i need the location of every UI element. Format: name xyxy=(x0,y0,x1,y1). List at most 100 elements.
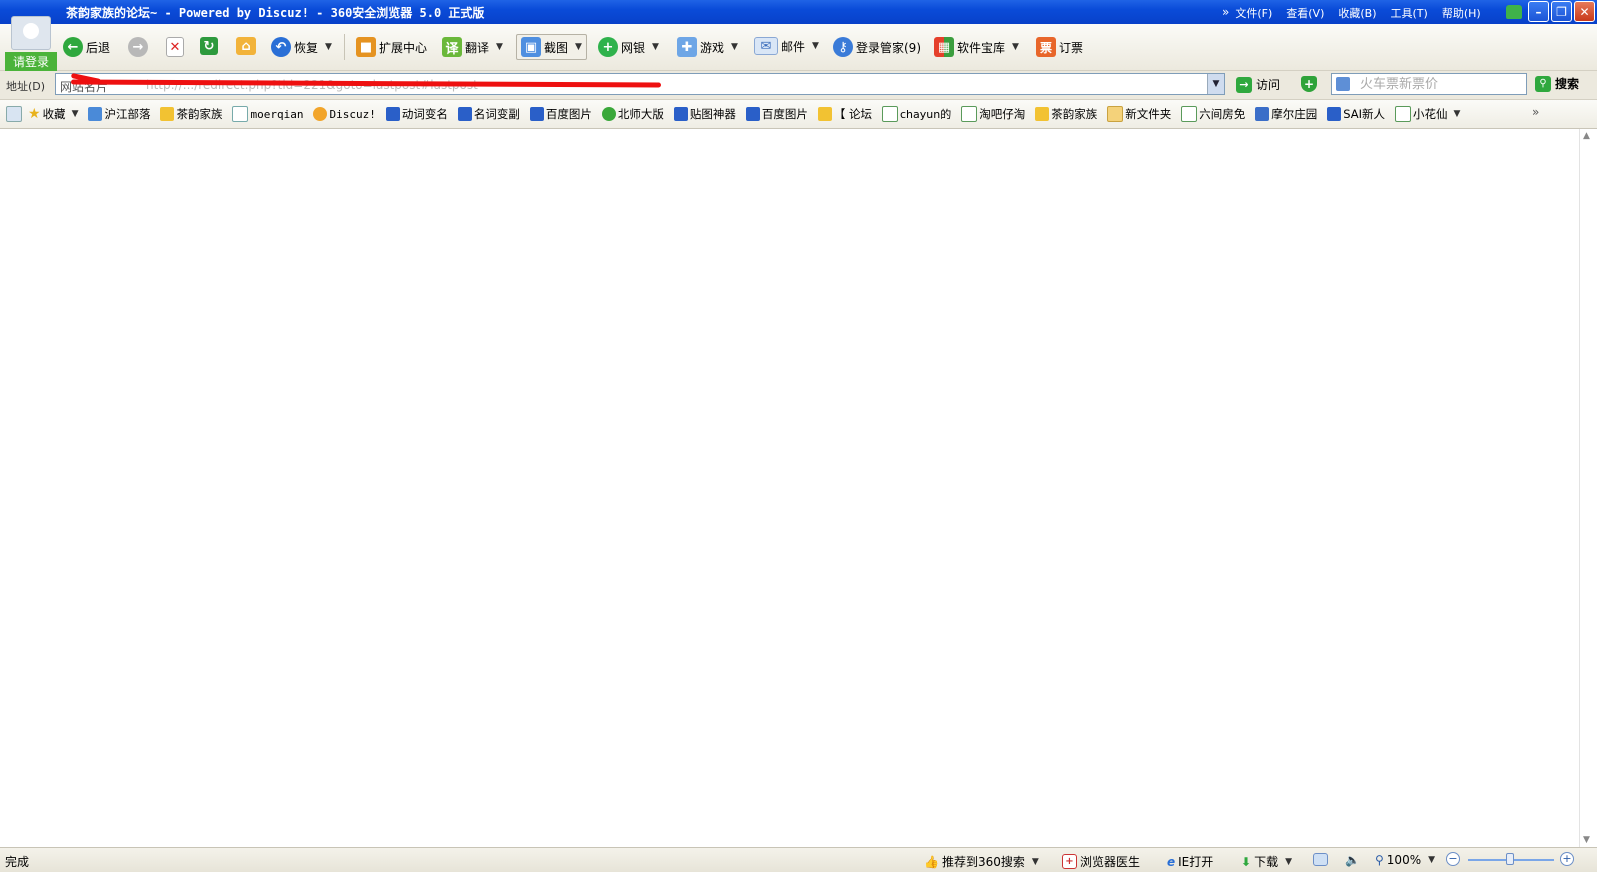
chevron-down-icon[interactable]: ▼ xyxy=(652,42,659,52)
extensions-button[interactable]: ■ 扩展中心 xyxy=(356,37,427,57)
login-manager-label: 登录管家(9) xyxy=(856,40,921,55)
fav-item[interactable]: moerqian xyxy=(232,106,303,122)
security-shield-icon[interactable]: + xyxy=(1301,76,1317,92)
fav-label: 淘吧仔淘 xyxy=(979,107,1026,121)
fav-item[interactable]: 淘吧仔淘 xyxy=(961,106,1025,122)
menu-help[interactable]: 帮助(H) xyxy=(1442,5,1481,21)
fav-item[interactable]: 动词变名 xyxy=(385,106,448,122)
translate-icon: 译 xyxy=(442,37,462,57)
restore-button[interactable]: ❐ xyxy=(1551,1,1572,22)
fav-item[interactable]: 【 论坛 xyxy=(817,106,872,122)
menu-view[interactable]: 查看(V) xyxy=(1286,5,1324,21)
zoom-slider-thumb[interactable] xyxy=(1506,853,1514,865)
url-dropdown-icon[interactable]: ▼ xyxy=(1207,74,1224,94)
forward-button[interactable]: → xyxy=(128,37,148,57)
chevron-down-icon[interactable]: ▼ xyxy=(325,42,332,52)
skin-shirt-icon[interactable] xyxy=(1506,5,1522,19)
screenshot-button[interactable]: ▣ 截图 ▼ xyxy=(516,34,587,60)
fav-label: 贴图神器 xyxy=(689,107,736,121)
fav-item[interactable]: 百度图片 xyxy=(745,106,808,122)
chevron-down-icon[interactable]: ▼ xyxy=(1032,857,1039,867)
page-icon xyxy=(1181,106,1198,122)
menu-favorites[interactable]: 收藏(B) xyxy=(1338,5,1376,21)
search-box[interactable] xyxy=(1331,73,1527,95)
fav-item[interactable]: SAI新人 xyxy=(1327,106,1385,122)
close-button[interactable]: ✕ xyxy=(1574,1,1595,22)
chevron-down-icon[interactable]: ▼ xyxy=(1453,109,1460,119)
login-manager-button[interactable]: ⚷ 登录管家(9) xyxy=(833,37,921,57)
visit-button[interactable]: → 访问 xyxy=(1236,76,1280,93)
discuz-sun-icon xyxy=(313,107,328,121)
ie-open-button[interactable]: e IE打开 xyxy=(1167,853,1213,870)
ie-open-label: IE打开 xyxy=(1178,855,1214,869)
favorites-toggle[interactable] xyxy=(6,106,22,122)
fav-item[interactable]: 贴图神器 xyxy=(673,106,736,122)
status-bar: 完成 👍 推荐到360搜索 ▼ + 浏览器医生 e IE打开 ⬇ 下载 ▼ 🔈 … xyxy=(0,847,1597,872)
chevron-down-icon[interactable]: ▼ xyxy=(72,109,79,119)
fav-item[interactable]: 百度图片 xyxy=(529,106,592,122)
scroll-up-icon[interactable]: ▲ xyxy=(1583,131,1590,141)
chevron-down-icon[interactable]: ▼ xyxy=(1012,42,1019,52)
zoom-button[interactable]: ⚲ 100% ▼ xyxy=(1375,853,1435,867)
baidu-paw-icon xyxy=(385,107,400,121)
recommend-button[interactable]: 👍 推荐到360搜索 ▼ xyxy=(924,853,1039,870)
fav-item[interactable]: 六间房免 xyxy=(1181,106,1245,122)
search-engine-icon[interactable] xyxy=(1336,77,1350,91)
search-input[interactable] xyxy=(1360,75,1520,93)
fav-item[interactable]: 茶韵家族 xyxy=(1035,106,1097,122)
ie-icon: e xyxy=(1167,854,1176,869)
zoom-in-icon[interactable]: + xyxy=(1560,852,1574,866)
fav-item[interactable]: 新文件夹 xyxy=(1107,106,1171,122)
netbank-icon: + xyxy=(598,37,618,57)
download-button[interactable]: ⬇ 下载 ▼ xyxy=(1241,853,1292,870)
sound-button[interactable]: 🔈 xyxy=(1345,853,1360,867)
fav-item[interactable]: 摩尔庄园 xyxy=(1255,106,1317,122)
tickets-button[interactable]: 票 订票 xyxy=(1036,37,1083,57)
fav-item[interactable]: chayun的 xyxy=(881,106,951,122)
window-mode-button[interactable] xyxy=(1313,853,1328,866)
fav-label: 沪江部落 xyxy=(104,107,151,121)
toolbar-divider xyxy=(344,34,345,60)
page-icon xyxy=(961,106,978,122)
collect-button[interactable]: ★ 收藏 ▼ xyxy=(28,106,78,122)
favorites-more-icon[interactable]: » xyxy=(1532,105,1539,119)
chevron-down-icon[interactable]: ▼ xyxy=(1285,857,1292,867)
home-button[interactable]: ⌂ xyxy=(236,37,256,55)
translate-button[interactable]: 译 翻译 ▼ xyxy=(442,37,503,57)
software-button[interactable]: ▦ 软件宝库 ▼ xyxy=(934,37,1019,57)
chevron-down-icon[interactable]: ▼ xyxy=(496,42,503,52)
zoom-out-icon[interactable]: − xyxy=(1446,852,1460,866)
restore-tab-button[interactable]: ↶ 恢复 ▼ xyxy=(271,37,332,57)
minimize-button[interactable]: – xyxy=(1528,1,1549,22)
netbank-button[interactable]: + 网银 ▼ xyxy=(598,37,659,57)
fav-label: 六间房免 xyxy=(1199,107,1246,121)
stop-button[interactable]: ✕ xyxy=(166,37,184,57)
fav-item[interactable]: 北师大版 xyxy=(601,106,664,122)
chevron-down-icon[interactable]: ▼ xyxy=(1428,855,1435,865)
fav-item[interactable]: 小花仙 ▼ xyxy=(1394,106,1460,122)
menu-file[interactable]: 文件(F) xyxy=(1235,5,1272,21)
fav-item[interactable]: 名词变副 xyxy=(457,106,520,122)
browser-doctor-button[interactable]: + 浏览器医生 xyxy=(1062,853,1140,870)
fav-item[interactable]: Discuz! xyxy=(313,107,376,121)
fav-item[interactable]: 茶韵家族 xyxy=(160,106,222,122)
vertical-scrollbar[interactable]: ▲ ▼ xyxy=(1579,129,1597,847)
mail-button[interactable]: ✉ 邮件 ▼ xyxy=(754,37,819,55)
refresh-button[interactable]: ↻ xyxy=(200,37,218,55)
fav-item[interactable]: 沪江部落 xyxy=(88,106,150,122)
games-button[interactable]: ✚ 游戏 ▼ xyxy=(677,37,738,57)
url-input[interactable]: 网站名片 http://.../redirect.php?tid=221&got… xyxy=(55,72,1225,95)
screenshot-label: 截图 xyxy=(544,40,569,55)
back-button[interactable]: ← 后退 xyxy=(63,37,110,57)
site-icon xyxy=(160,107,175,121)
scroll-down-icon[interactable]: ▼ xyxy=(1583,835,1590,845)
chevron-down-icon[interactable]: ▼ xyxy=(575,42,582,52)
restore-label: 恢复 xyxy=(294,40,319,55)
chevron-down-icon[interactable]: ▼ xyxy=(731,42,738,52)
chevron-down-icon[interactable]: ▼ xyxy=(812,41,819,51)
search-button[interactable]: ⚲ 搜索 xyxy=(1535,75,1579,92)
menu-tools[interactable]: 工具(T) xyxy=(1391,5,1428,21)
site-icon xyxy=(601,107,616,121)
login-button[interactable]: 请登录 xyxy=(5,16,57,72)
menu-chevron-icon[interactable]: » xyxy=(1222,5,1229,21)
